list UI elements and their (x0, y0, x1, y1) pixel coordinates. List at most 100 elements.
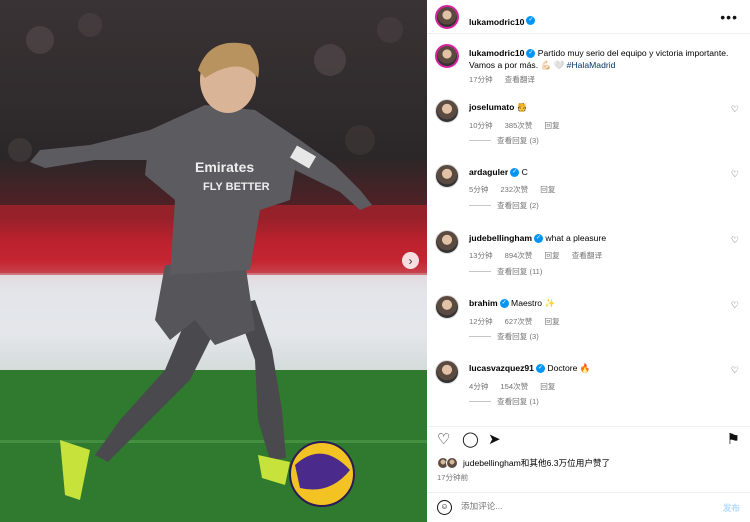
replies-divider (469, 401, 491, 402)
comment-like-count[interactable]: 627次赞 (505, 317, 533, 326)
caption-translate-link[interactable]: 查看翻译 (505, 75, 535, 84)
view-replies[interactable]: 查看回复 (3) (469, 331, 539, 342)
view-replies-label[interactable]: 查看回复 (1) (497, 396, 539, 407)
caption-hashtag[interactable]: #HalaMadrid (567, 60, 616, 70)
next-image-chevron-icon[interactable]: › (402, 252, 419, 269)
commenter-avatar[interactable] (435, 360, 459, 384)
comment-like-heart-icon[interactable]: ♡ (731, 104, 739, 115)
commenter-username[interactable]: ardaguler (469, 167, 508, 177)
post-actions-bar: ♡ ◯ ➤ ⚑ (427, 426, 750, 450)
view-replies-label[interactable]: 查看回复 (11) (497, 266, 542, 277)
comment-text: what a pleasure (545, 233, 607, 243)
commenter-username[interactable]: joselumato (469, 102, 514, 112)
commenter-username[interactable]: lucasvazquez91 (469, 363, 534, 373)
post-side-panel: lukamodric10 ✓ ••• lukamodric10 ✓ Partido … (427, 0, 750, 522)
comment-text: C (521, 167, 528, 177)
comment-time: 4分钟 (469, 382, 489, 391)
more-options-icon[interactable]: ••• (720, 9, 738, 25)
comment-item: lucasvazquez91 ✓ Doctore 🔥 4分钟 154次赞 回复 ♡ 查… (435, 360, 745, 420)
comment-time: 13分钟 (469, 251, 493, 261)
commenter-avatar[interactable] (435, 99, 459, 123)
replies-divider (469, 205, 491, 206)
comment-text: Maestro ✨ (511, 298, 556, 308)
view-replies[interactable]: 查看回复 (3) (469, 135, 539, 146)
commenter-avatar[interactable] (435, 295, 459, 319)
view-replies-label[interactable]: 查看回复 (2) (497, 200, 539, 211)
comment-reply-link[interactable]: 回复 (545, 317, 560, 326)
verified-badge-icon: ✓ (534, 234, 544, 244)
caption-time: 17分钟 (469, 75, 493, 84)
verified-badge-icon: ✓ (526, 49, 536, 59)
view-replies[interactable]: 查看回复 (2) (469, 200, 539, 211)
author-name-row: lukamodric10 ✓ (469, 12, 536, 30)
likes-summary[interactable]: judebellingham和其他6.3万位用户赞了 (437, 457, 610, 469)
like-heart-icon[interactable]: ♡ (437, 432, 450, 447)
verified-badge-icon: ✓ (499, 299, 509, 309)
comment-like-heart-icon[interactable]: ♡ (731, 169, 739, 180)
comment-body: brahim ✓ Maestro ✨ 12分钟 627次赞 回复 (469, 298, 709, 327)
comment-like-count[interactable]: 385次赞 (505, 121, 533, 130)
comment-text: Doctore 🔥 (547, 363, 591, 373)
caption-username[interactable]: lukamodric10 (469, 48, 524, 58)
share-send-icon[interactable]: ➤ (488, 432, 501, 447)
commenter-avatar[interactable] (435, 230, 459, 254)
player-illustration: Emirates FLY BETTER (0, 13, 427, 522)
comment-meta: 10分钟 385次赞 回复 (469, 120, 709, 131)
add-comment-bar: ☺ 发布 (427, 492, 750, 522)
comment-time: 12分钟 (469, 317, 493, 326)
caption-avatar[interactable] (435, 44, 459, 68)
caption-text-block: lukamodric10 ✓ Partido muy serio del equi… (469, 47, 731, 86)
replies-divider (469, 140, 491, 141)
comment-reply-link[interactable]: 回复 (540, 382, 555, 391)
comment-like-count[interactable]: 232次赞 (500, 185, 528, 194)
comment-bubble-icon[interactable]: ◯ (462, 432, 479, 447)
svg-text:FLY BETTER: FLY BETTER (203, 181, 270, 193)
verified-badge-icon: ✓ (526, 16, 536, 26)
view-replies-label[interactable]: 查看回复 (3) (497, 331, 539, 342)
likes-text[interactable]: judebellingham和其他6.3万位用户赞了 (463, 457, 610, 469)
comment-time: 10分钟 (469, 121, 493, 130)
save-bookmark-icon[interactable]: ⚑ (727, 432, 740, 447)
comment-reply-link[interactable]: 回复 (545, 251, 560, 260)
comment-item: joselumato 🫅 10分钟 385次赞 回复 ♡ 查看回复 (3) (435, 99, 745, 159)
comment-body: lucasvazquez91 ✓ Doctore 🔥 4分钟 154次赞 回复 (469, 363, 709, 392)
comment-translate-link[interactable]: 查看翻译 (572, 251, 602, 260)
comment-like-count[interactable]: 894次赞 (505, 251, 533, 260)
view-replies[interactable]: 查看回复 (1) (469, 396, 539, 407)
post-header: lukamodric10 ✓ ••• (427, 0, 750, 34)
comment-like-heart-icon[interactable]: ♡ (731, 235, 739, 246)
comment-meta: 13分钟 894次赞 回复 查看翻译 (469, 250, 709, 261)
comment-body: joselumato 🫅 10分钟 385次赞 回复 (469, 102, 709, 131)
comment-meta: 4分钟 154次赞 回复 (469, 381, 709, 392)
verified-badge-icon: ✓ (535, 364, 545, 374)
comment-item: brahim ✓ Maestro ✨ 12分钟 627次赞 回复 ♡ 查看回复 (3) (435, 295, 745, 355)
svg-text:Emirates: Emirates (195, 159, 254, 175)
emoji-picker-icon[interactable]: ☺ (437, 500, 452, 515)
comment-text: 🫅 (516, 102, 528, 112)
author-avatar[interactable] (435, 5, 459, 29)
comment-reply-link[interactable]: 回复 (540, 185, 555, 194)
add-comment-input[interactable] (461, 501, 681, 511)
comment-time: 5分钟 (469, 185, 489, 195)
post-comment-button[interactable]: 发布 (723, 502, 740, 514)
liker-avatar (446, 457, 458, 469)
comment-like-count[interactable]: 154次赞 (500, 382, 528, 391)
comment-reply-link[interactable]: 回复 (545, 121, 560, 130)
commenter-username[interactable]: judebellingham (469, 233, 532, 243)
post-image[interactable]: Emirates FLY BETTER › (0, 0, 427, 522)
commenter-avatar[interactable] (435, 164, 459, 188)
commenter-username[interactable]: brahim (469, 298, 498, 308)
view-replies-label[interactable]: 查看回复 (3) (497, 135, 539, 146)
comment-meta: 5分钟 232次赞 回复 (469, 184, 709, 195)
comment-like-heart-icon[interactable]: ♡ (731, 365, 739, 376)
replies-divider (469, 336, 491, 337)
comment-meta: 12分钟 627次赞 回复 (469, 316, 709, 327)
comment-body: judebellingham ✓ what a pleasure 13分钟 894次… (469, 233, 709, 261)
caption-meta: 17分钟 查看翻译 (469, 74, 731, 86)
author-username[interactable]: lukamodric10 (469, 17, 524, 27)
view-replies[interactable]: 查看回复 (11) (469, 266, 542, 277)
replies-divider (469, 271, 491, 272)
comment-like-heart-icon[interactable]: ♡ (731, 300, 739, 311)
post-caption: lukamodric10 ✓ Partido muy serio del equi… (435, 44, 735, 89)
post-timestamp: 17分钟前 (437, 473, 469, 482)
